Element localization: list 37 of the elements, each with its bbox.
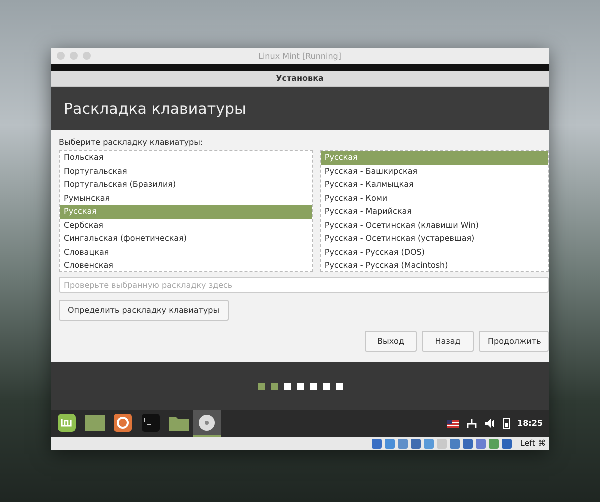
layout-item[interactable]: Португальская [60, 164, 312, 178]
volume-icon[interactable] [484, 419, 495, 428]
detect-layout-button[interactable]: Определить раскладку клавиатуры [59, 300, 229, 321]
variant-item[interactable]: Русская - Марийская [320, 205, 548, 218]
wizard-button[interactable]: Выход [365, 331, 417, 352]
variant-item[interactable]: Русская - Осетинская (устаревшая) [320, 232, 548, 246]
layout-item[interactable]: Португальская (Бразилия) [60, 178, 312, 192]
variant-item[interactable]: Русская - Башкирская [320, 164, 548, 178]
page-heading: Раскладка клавиатуры [64, 100, 246, 118]
wizard-button[interactable]: Назад [422, 331, 474, 352]
layout-item[interactable]: Сербская [60, 218, 312, 232]
layout-item[interactable]: Словацкая [60, 246, 312, 259]
variant-item[interactable]: Русская - Осетинская (клавиши Win) [320, 218, 548, 232]
window-title: Linux Mint [Running] [258, 52, 342, 60]
installer-title: Установка [276, 74, 324, 83]
folder-icon [169, 414, 189, 430]
layout-item[interactable]: Словенская [60, 259, 312, 271]
flag-icon[interactable] [446, 420, 459, 428]
disc-icon [198, 414, 216, 432]
variant-item[interactable]: Русская - Коми [320, 192, 548, 205]
variant-item[interactable]: Русская - Калмыцкая [320, 178, 548, 192]
variant-item[interactable]: Русская - Русская (Macintosh) [320, 259, 548, 271]
layout-item[interactable]: Румынская [60, 192, 312, 205]
network-icon[interactable] [466, 418, 477, 428]
layout-item[interactable]: Польская [60, 151, 312, 164]
host-key-label: Left ⌘ [520, 439, 546, 448]
desktop-icon [85, 414, 105, 430]
battery-icon[interactable] [502, 418, 510, 429]
test-input-field[interactable]: Проверьте выбранную раскладку здесь [59, 277, 549, 293]
terminal-icon [142, 414, 160, 432]
browser-icon [114, 414, 132, 432]
wizard-button[interactable]: Продолжить [479, 331, 549, 352]
clock[interactable]: 18:25 [518, 419, 543, 428]
variant-item[interactable]: Русская - Русская (DOS) [320, 246, 548, 259]
mint-logo-icon [57, 412, 77, 432]
list-prompt: Выберите раскладку клавиатуры: [59, 138, 204, 147]
layout-item[interactable]: Сингальская (фонетическая) [60, 232, 312, 246]
